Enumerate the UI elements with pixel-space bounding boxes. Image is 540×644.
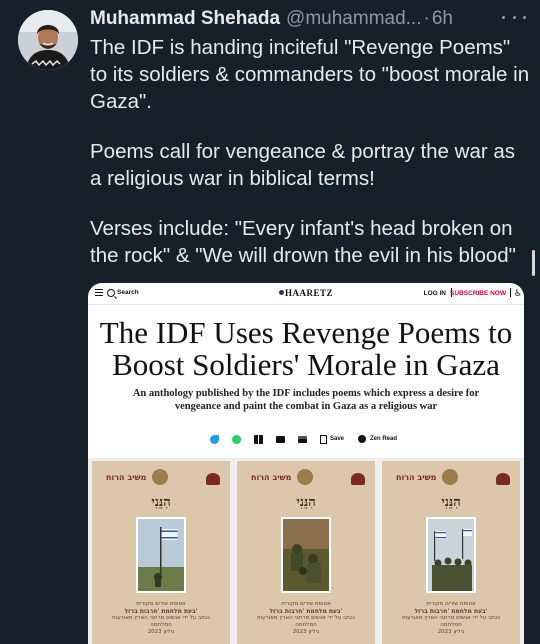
cover-publisher-text: משיב הרוח	[251, 473, 292, 482]
cover-title: הִנֵּנִי	[296, 495, 316, 510]
cover-caption-4: 2023 גיליון	[147, 629, 175, 635]
article-nav: Search HAARETZ LOG IN SUBSCRIBE NOW ♿	[88, 283, 524, 305]
book-cover-3: משיב הרוח הִנֵּנִי אסופת שירים מקורית בע…	[382, 461, 520, 644]
separator-dot: ·	[423, 8, 430, 29]
cover-caption-1: אסופת שירים מקורית	[281, 601, 331, 607]
login-label: LOG IN	[423, 290, 446, 297]
book-covers: משיב הרוח הִנֵּנִי אסופת שירים מקורית בע…	[88, 458, 524, 644]
nav-divider-2	[510, 288, 511, 297]
cover-caption: אסופת שירים מקורית בעת מלחמת 'חרבות ברזל…	[247, 601, 365, 636]
book-cover-2: משיב הרוח הִנֵּנִי אסופת שירים מקורית בע…	[237, 461, 375, 644]
mail-icon	[276, 435, 285, 443]
article-headline: The IDF Uses Revenge Poems to Boost Sold…	[99, 315, 513, 382]
tweet-time[interactable]: 6h	[432, 8, 453, 30]
cover-caption-2: בעת מלחמת 'חרבות ברזל'	[124, 608, 198, 615]
cover-caption-2: בעת מלחמת 'חרבות ברזל'	[414, 608, 488, 615]
cover-caption-4: 2023 גיליון	[292, 629, 320, 635]
logo-text: HAARETZ	[284, 288, 333, 298]
cover-caption-4: 2023 גיליון	[437, 629, 465, 635]
user-handle[interactable]: @muhammad...	[286, 8, 421, 30]
cover-caption-1: אסופת שירים מקורית	[426, 601, 476, 607]
logo-mark-icon	[278, 290, 284, 295]
cover-title: הִנֵּנִי	[441, 495, 461, 510]
accessibility-icon: ♿	[514, 288, 523, 298]
scrollbar-thumb[interactable]	[532, 250, 535, 276]
cover-photo-soldiers	[281, 517, 331, 593]
tweet-text: The IDF is handing inciteful "Revenge Po…	[90, 34, 530, 292]
twitter-icon	[210, 434, 219, 444]
tweet-paragraph-1: The IDF is handing inciteful "Revenge Po…	[90, 36, 530, 113]
tweet: Muhammad Shehada @muhammad... · 6h The I…	[0, 0, 540, 644]
save-label: Save	[330, 436, 345, 442]
whatsapp-icon	[232, 434, 241, 444]
flame-logo-icon	[206, 473, 220, 485]
idf-emblem-icon	[152, 469, 168, 485]
display-name[interactable]: Muhammad Shehada	[90, 8, 280, 30]
more-horizontal-icon[interactable]	[502, 10, 526, 24]
idf-emblem-icon	[297, 469, 313, 485]
cover-caption-3: נכתב על ידי אנשים מרחבי הארץ מאורעות המל…	[112, 615, 210, 628]
cover-photo-flag	[136, 517, 186, 593]
cover-caption-3: נכתב על ידי אנשים מרחבי הארץ מאורעות המל…	[402, 615, 500, 628]
tweet-header: Muhammad Shehada @muhammad... · 6h	[90, 4, 526, 34]
print-icon	[298, 435, 307, 443]
zen-read-label: Zen Read	[370, 436, 398, 442]
cover-publisher-text: משיב הרוח	[396, 473, 437, 482]
cover-title: הִנֵּנִי	[151, 495, 171, 510]
cover-photo-troops	[426, 517, 476, 593]
cover-caption-3: נכתב על ידי אנשים מרחבי הארץ מאורעות המל…	[257, 615, 355, 628]
avatar-image	[18, 10, 78, 70]
cover-caption-2: בעת מלחמת 'חרבות ברזל'	[269, 608, 343, 615]
bookmark-icon	[320, 434, 327, 444]
user-avatar[interactable]	[18, 10, 78, 70]
idf-emblem-icon	[442, 469, 458, 485]
share-bar: Save Zen Read	[210, 432, 397, 446]
zen-read-icon	[358, 435, 367, 443]
tweet-paragraph-3: Verses include: "Every infant's head bro…	[90, 217, 516, 267]
cover-caption: אסופת שירים מקורית בעת מלחמת 'חרבות ברזל…	[102, 601, 220, 636]
flame-logo-icon	[496, 473, 510, 485]
book-cover-1: משיב הרוח הִנֵּנִי אסופת שירים מקורית בע…	[92, 461, 230, 644]
cover-caption-1: אסופת שירים מקורית	[136, 601, 186, 607]
cover-caption: אסופת שירים מקורית בעת מלחמת 'חרבות ברזל…	[392, 601, 510, 636]
subscribe-label: SUBSCRIBE NOW	[450, 290, 506, 297]
attached-image[interactable]: Search HAARETZ LOG IN SUBSCRIBE NOW ♿ Th…	[88, 283, 524, 644]
gift-icon	[254, 434, 263, 444]
flame-logo-icon	[351, 473, 365, 485]
article-subheadline: An anthology published by the IDF includ…	[132, 388, 480, 412]
tweet-paragraph-2: Poems call for vengeance & portray the w…	[90, 140, 516, 190]
cover-publisher-text: משיב הרוח	[106, 473, 147, 482]
